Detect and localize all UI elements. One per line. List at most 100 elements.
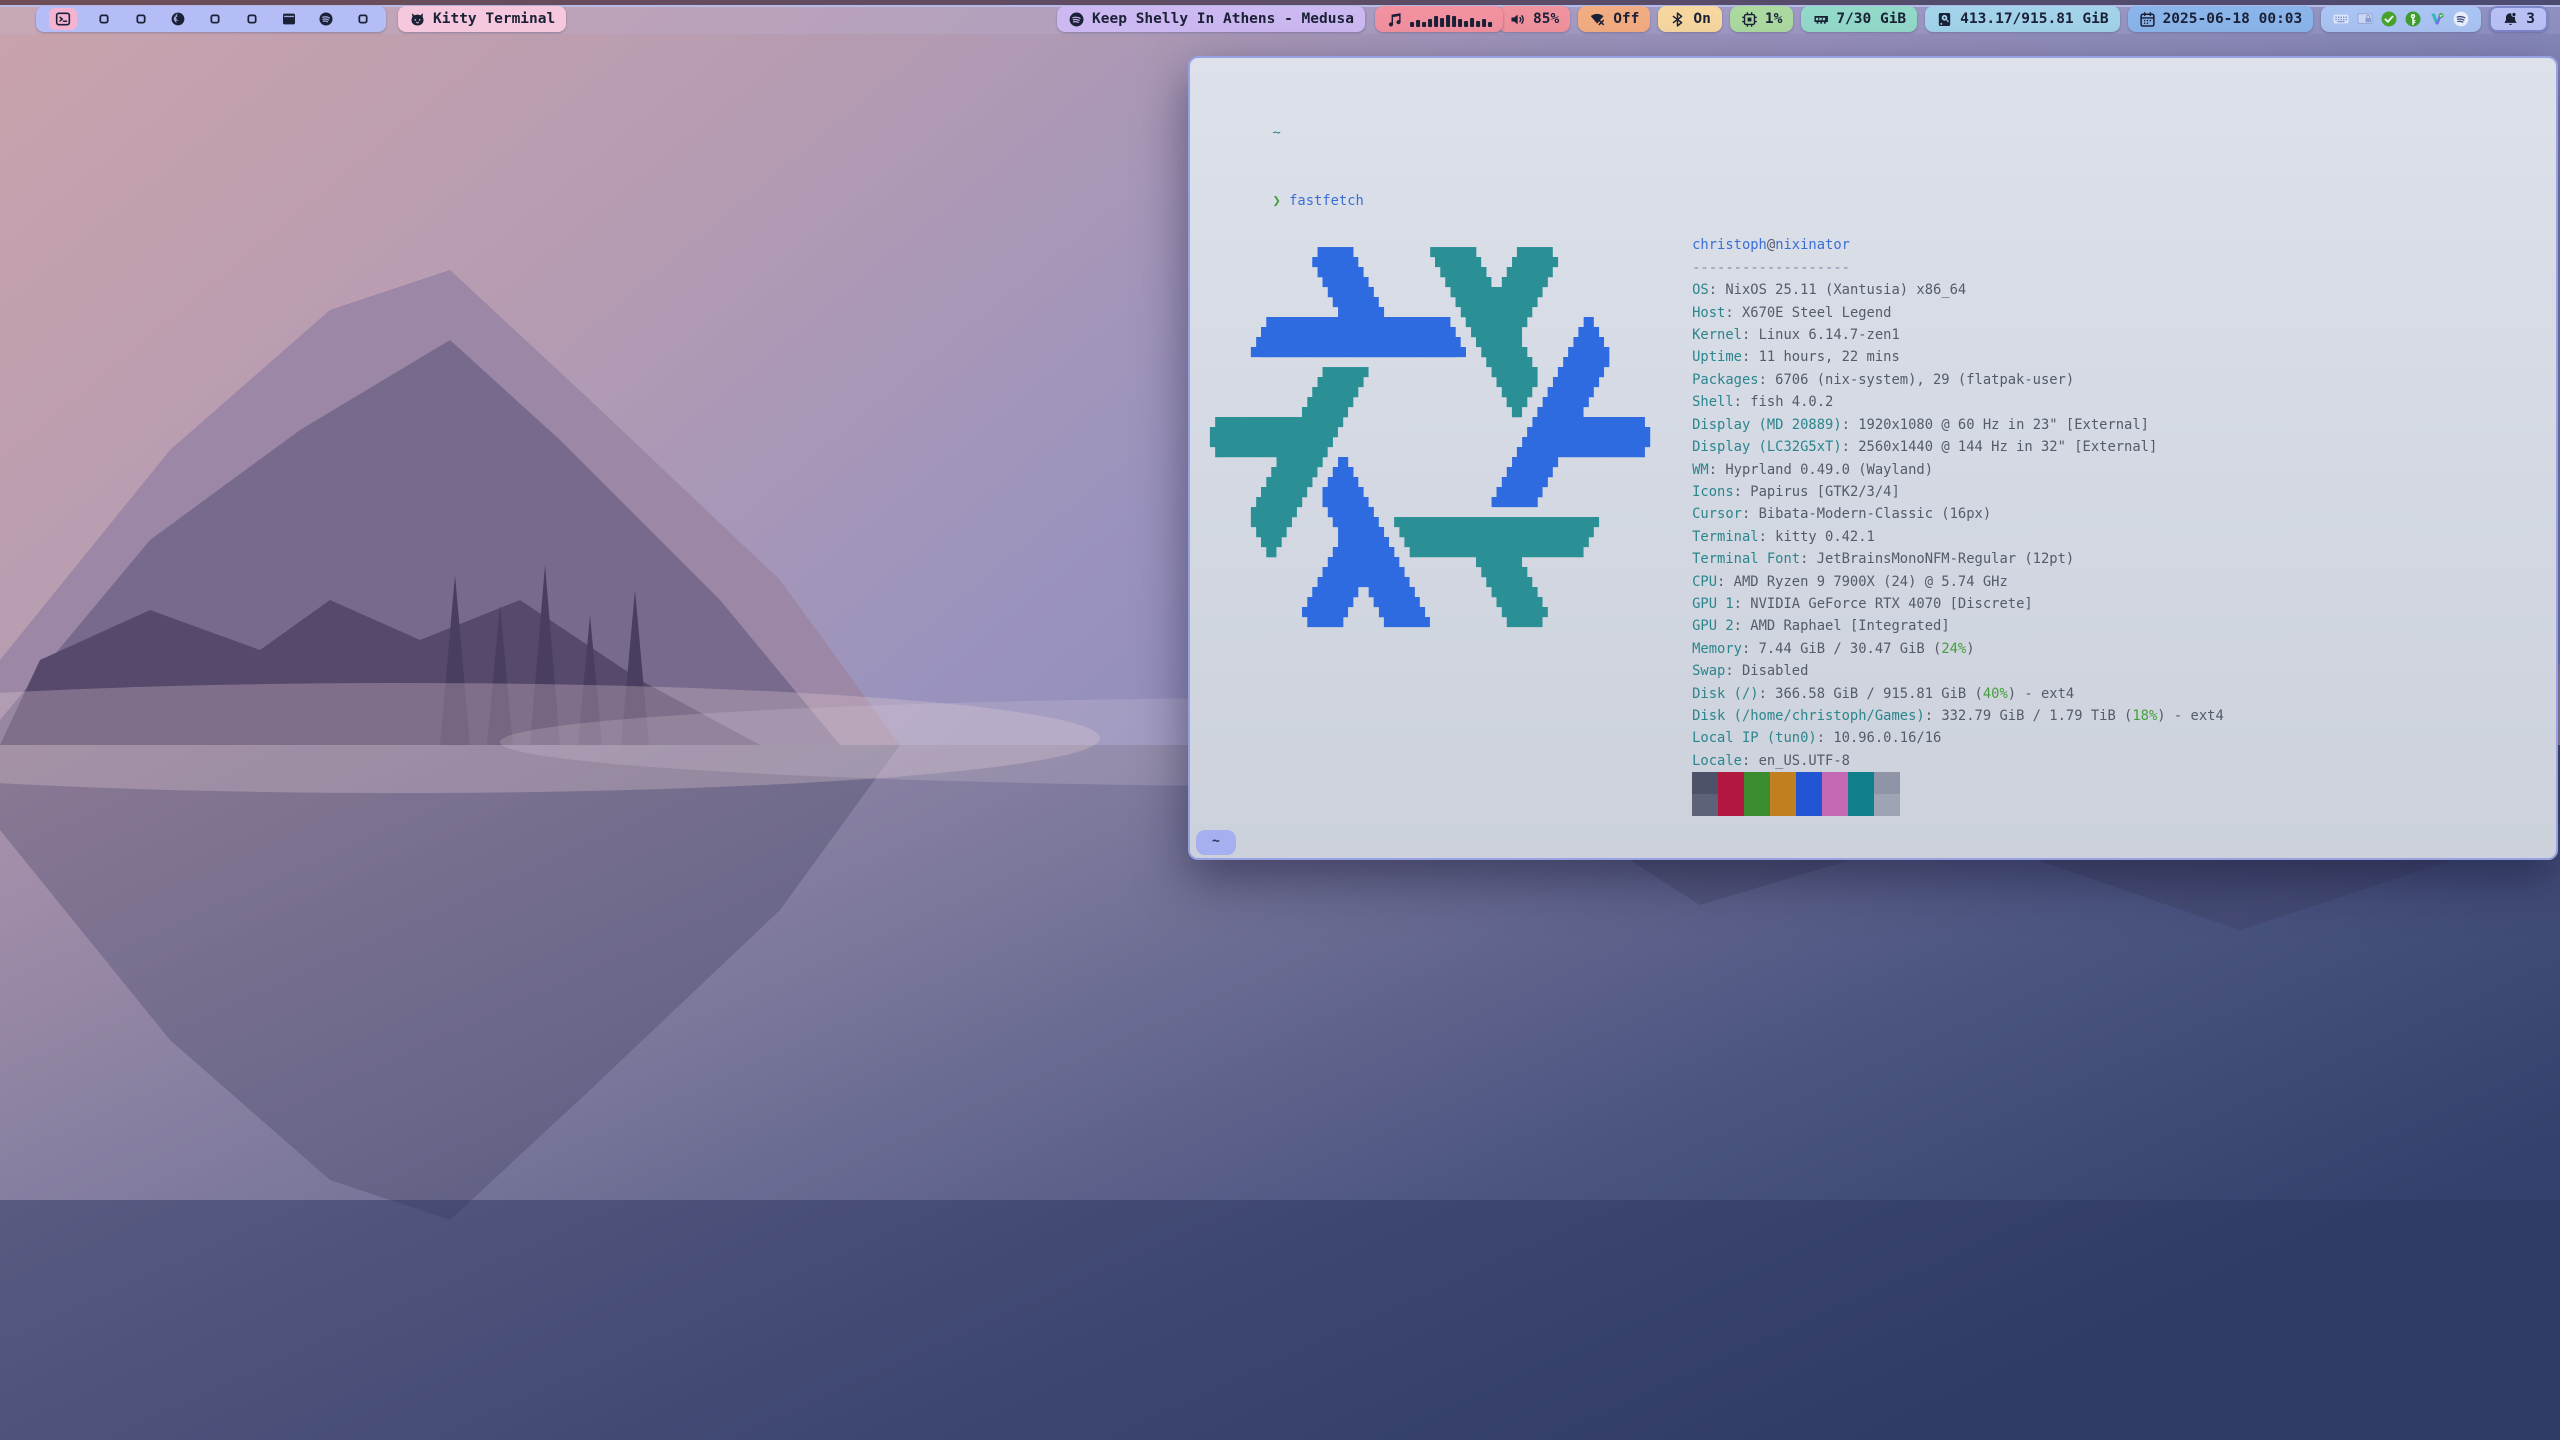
keyboard-icon[interactable]	[2332, 10, 2350, 28]
status-bluetooth-value: On	[1693, 11, 1710, 27]
status-wifi-module[interactable]: Off	[1578, 6, 1650, 32]
fastfetch-line: Disk (/home/christoph/Games): 332.79 GiB…	[1692, 705, 2224, 727]
workspace-5[interactable]	[205, 9, 225, 29]
palette-swatch	[1822, 794, 1848, 816]
palette-swatch	[1796, 772, 1822, 794]
window-title-label: Kitty Terminal	[433, 11, 555, 27]
notifications-module[interactable]: 3	[2489, 6, 2548, 32]
now-playing-label: Keep Shelly In Athens - Medusa	[1092, 11, 1354, 27]
visualizer-bar	[1410, 22, 1414, 27]
status-cpu-value: 1%	[1765, 11, 1782, 27]
fastfetch-line: Shell: fish 4.0.2	[1692, 391, 2224, 413]
fastfetch-line: CPU: AMD Ryzen 9 7900X (24) @ 5.74 GHz	[1692, 571, 2224, 593]
empty-workspace-icon	[244, 11, 260, 27]
fastfetch-line: Cursor: Bibata-Modern-Classic (16px)	[1692, 503, 2224, 525]
fastfetch-line: OS: NixOS 25.11 (Xantusia) x86_64	[1692, 279, 2224, 301]
prompt-command-line: ❯ fastfetch	[1206, 167, 2556, 234]
cat-icon	[409, 11, 426, 28]
workspace-4[interactable]	[168, 9, 188, 29]
fastfetch-line: Kernel: Linux 6.14.7-zen1	[1692, 324, 2224, 346]
status-volume-module[interactable]: 85%	[1498, 6, 1570, 32]
terminal-content: ~ ❯ fastfetch ▗▄▄▄ ▗▄▄▄▄ ▄▄▄▖ ▜███▙ ▜███…	[1190, 58, 2556, 860]
fastfetch-line: Icons: Papirus [GTK2/3/4]	[1692, 481, 2224, 503]
visualizer-bar	[1452, 16, 1456, 27]
status-disk-module[interactable]: 413.17/915.81 GiB	[1925, 6, 2119, 32]
prompt-path-current: ~	[1206, 832, 2556, 860]
empty-workspace-icon	[207, 11, 223, 27]
fastfetch-line: Display (MD 20889): 1920x1080 @ 60 Hz in…	[1692, 414, 2224, 436]
status-volume-value: 85%	[1533, 11, 1559, 27]
palette-swatch	[1796, 794, 1822, 816]
fastfetch-line: WM: Hyprland 0.49.0 (Wayland)	[1692, 459, 2224, 481]
palette-swatch	[1770, 794, 1796, 816]
window-title-pill[interactable]: Kitty Terminal	[398, 6, 566, 32]
visualizer-bar	[1440, 18, 1444, 27]
wifi-off-icon	[1589, 11, 1606, 28]
bluetooth-icon	[1669, 11, 1686, 28]
speaker-icon	[1509, 11, 1526, 28]
fastfetch-line: christoph@nixinator	[1692, 234, 2224, 256]
audio-visualizer-module[interactable]	[1375, 6, 1503, 32]
visualizer-bar	[1422, 22, 1426, 27]
bar-right-modules: 85% Off On 1% 7/30 GiB 413.17/915.81 GiB 2025-…	[1498, 6, 2548, 32]
audio-visualizer-bars	[1410, 12, 1492, 27]
empty-workspace-icon	[355, 11, 371, 27]
disk-icon	[1936, 11, 1953, 28]
fastfetch-output: ▗▄▄▄ ▗▄▄▄▄ ▄▄▄▖ ▜███▙ ▜███▙ ▟███▛ ▜███▙ …	[1206, 234, 2556, 816]
cpu-icon	[1741, 11, 1758, 28]
status-bluetooth-module[interactable]: On	[1658, 6, 1721, 32]
files-icon	[281, 11, 297, 27]
check-circle-icon[interactable]	[2380, 10, 2398, 28]
fastfetch-line: Terminal: kitty 0.42.1	[1692, 526, 2224, 548]
status-memory-module[interactable]: 7/30 GiB	[1801, 6, 1917, 32]
prompt-symbol: ❯	[1272, 193, 1280, 209]
fastfetch-line: Disk (/): 366.58 GiB / 915.81 GiB (40%) …	[1692, 683, 2224, 705]
palette-swatch	[1874, 772, 1900, 794]
fastfetch-line: Local IP (tun0): 10.96.0.16/16	[1692, 727, 2224, 749]
visualizer-bar	[1482, 19, 1486, 27]
status-cpu-module[interactable]: 1%	[1730, 6, 1793, 32]
music-note-icon	[1386, 11, 1403, 28]
fastfetch-line: Uptime: 11 hours, 22 mins	[1692, 346, 2224, 368]
fastfetch-info: christoph@nixinator-------------------OS…	[1692, 234, 2224, 816]
spotify-icon[interactable]	[2452, 10, 2470, 28]
palette-swatch	[1874, 794, 1900, 816]
system-tray	[2321, 6, 2481, 32]
status-clock-value: 2025-06-18 00:03	[2163, 11, 2303, 27]
visualizer-bar	[1434, 16, 1438, 27]
empty-workspace-icon	[133, 11, 149, 27]
workspace-6[interactable]	[242, 9, 262, 29]
spotify-icon	[318, 11, 334, 27]
palette-swatch	[1744, 772, 1770, 794]
status-wifi-value: Off	[1613, 11, 1639, 27]
media-modules: Keep Shelly In Athens - Medusa	[1057, 6, 1503, 32]
workspace-8[interactable]	[316, 9, 336, 29]
workspace-7[interactable]	[279, 9, 299, 29]
workspace-1[interactable]	[49, 8, 77, 30]
fastfetch-line: Terminal Font: JetBrainsMonoNFM-Regular …	[1692, 548, 2224, 570]
notification-count: 3	[2526, 11, 2535, 27]
status-clock-module[interactable]: 2025-06-18 00:03	[2128, 6, 2314, 32]
vesktop-icon[interactable]	[2428, 10, 2446, 28]
workspace-3[interactable]	[131, 9, 151, 29]
visualizer-bar	[1476, 21, 1480, 27]
terminal-tab[interactable]: ~	[1196, 830, 1236, 855]
visualizer-bar	[1458, 19, 1462, 27]
firefox-icon	[170, 11, 186, 27]
nixos-logo: ▗▄▄▄ ▗▄▄▄▄ ▄▄▄▖ ▜███▙ ▜███▙ ▟███▛ ▜███▙ …	[1210, 238, 1650, 638]
screenshot-icon[interactable]	[2356, 10, 2374, 28]
workspace-9[interactable]	[353, 9, 373, 29]
status-disk-value: 413.17/915.81 GiB	[1960, 11, 2108, 27]
prompt-path: ~	[1206, 100, 2556, 167]
keepassxc-icon[interactable]	[2404, 10, 2422, 28]
now-playing-module[interactable]: Keep Shelly In Athens - Medusa	[1057, 6, 1365, 32]
status-memory-value: 7/30 GiB	[1836, 11, 1906, 27]
empty-workspace-icon	[96, 11, 112, 27]
workspace-2[interactable]	[94, 9, 114, 29]
palette-swatch	[1770, 772, 1796, 794]
fastfetch-line: Display (LC32G5xT): 2560x1440 @ 144 Hz i…	[1692, 436, 2224, 458]
palette-row	[1692, 794, 2224, 816]
terminal-window[interactable]: ~ ❯ fastfetch ▗▄▄▄ ▗▄▄▄▄ ▄▄▄▖ ▜███▙ ▜███…	[1188, 56, 2558, 860]
fastfetch-line: Memory: 7.44 GiB / 30.47 GiB (24%)	[1692, 638, 2224, 660]
workspaces-module	[36, 6, 386, 32]
